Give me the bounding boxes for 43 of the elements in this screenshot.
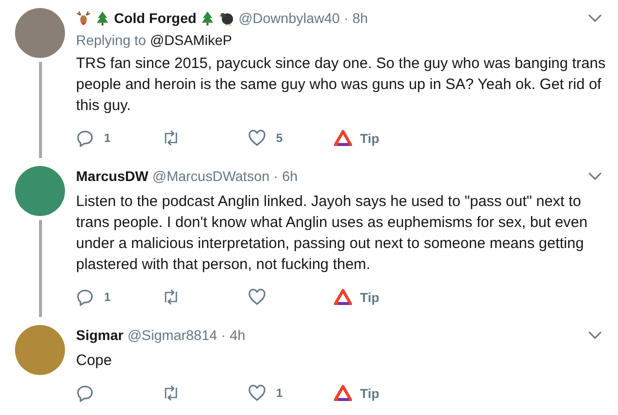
tree-icon <box>95 10 110 26</box>
avatar[interactable] <box>15 8 65 58</box>
avatar[interactable] <box>15 325 65 375</box>
user-handle[interactable]: @Downbylaw40 <box>238 10 340 26</box>
turkey-icon <box>219 10 234 26</box>
heart-icon[interactable] <box>248 288 266 306</box>
reply-icon[interactable] <box>76 288 94 306</box>
heart-icon[interactable] <box>248 384 266 402</box>
triangle-icon <box>334 385 352 401</box>
tip-button[interactable]: Tip <box>334 385 380 401</box>
tweet-text: Listen to the podcast Anglin linked. Jayoh says he used to "pass out" next to trans people. I don't know what Anglin uses as euphemisms for sex, but even under a malicious interpretation, passing out next to someone means getting plastered with that person, not fucking them. <box>76 192 588 275</box>
display-name[interactable]: MarcusDW <box>76 168 148 184</box>
deer-icon <box>76 10 91 26</box>
timestamp[interactable]: · 4h <box>221 327 246 343</box>
reply-count: 1 <box>104 131 111 145</box>
user-handle[interactable]: @MarcusDWatson <box>152 168 270 184</box>
chevron-icon[interactable] <box>588 14 602 22</box>
timestamp[interactable]: · 8h <box>344 10 368 26</box>
reply-icon[interactable] <box>76 384 94 402</box>
tip-button[interactable]: Tip <box>334 289 380 305</box>
reply-count: 1 <box>104 290 111 304</box>
triangle-icon <box>334 130 352 146</box>
replying-label: Replying to <box>76 32 146 48</box>
tip-button[interactable]: Tip <box>334 130 380 146</box>
mention-link[interactable]: @DSAMikeP <box>150 32 232 48</box>
retweet-icon[interactable] <box>162 384 180 402</box>
like-count: 5 <box>276 131 283 145</box>
display-name[interactable]: Sigmar <box>76 327 124 343</box>
display-name[interactable]: Cold Forged <box>114 10 196 26</box>
tree-icon <box>200 10 216 26</box>
chevron-icon[interactable] <box>588 172 602 180</box>
timestamp[interactable]: · 6h <box>274 168 298 184</box>
reply-icon[interactable] <box>76 129 94 147</box>
retweet-icon[interactable] <box>162 288 180 306</box>
tweet-text: TRS fan since 2015, paycuck since day one. So the guy who was banging trans people and heroin is the same guy who was guns up in SA? Yeah ok. Get rid of this guy. <box>76 54 606 116</box>
chevron-icon[interactable] <box>588 331 602 339</box>
user-handle[interactable]: @Sigmar8814 <box>127 327 218 343</box>
tweet-text: Cope <box>76 351 113 371</box>
retweet-icon[interactable] <box>162 129 180 147</box>
avatar[interactable] <box>15 166 65 216</box>
heart-icon[interactable] <box>248 129 266 147</box>
like-count: 1 <box>276 386 283 400</box>
triangle-icon <box>334 289 352 305</box>
